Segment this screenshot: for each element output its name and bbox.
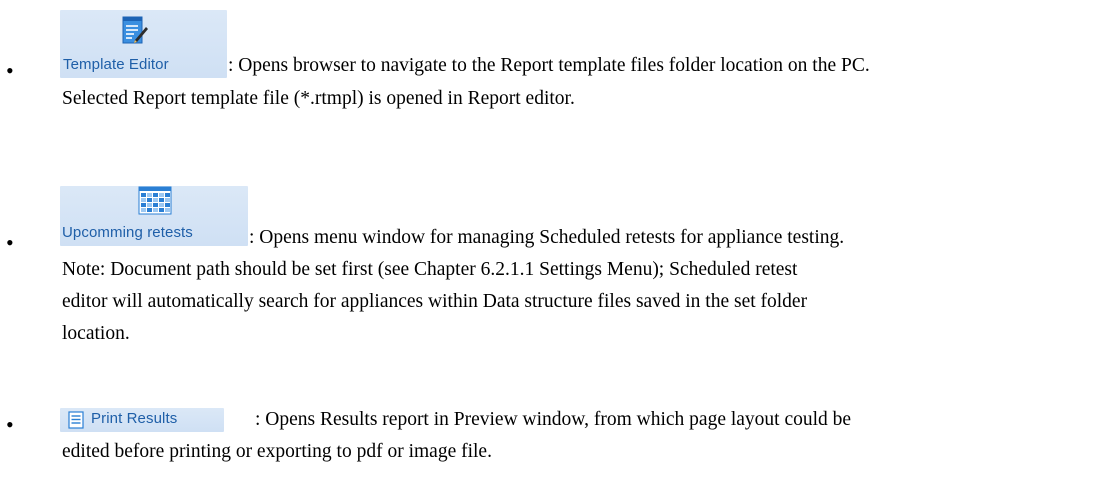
upcomming-retests-label: Upcomming retests [62,224,193,241]
print-results-label: Print Results [91,410,178,427]
print-results-desc-line-2: edited before printing or exporting to p… [62,441,492,462]
document-lines-icon [68,411,84,429]
upcomming-retests-desc-line-2: Note: Document path should be set first … [62,259,798,280]
bullet: • [6,412,14,437]
template-editor-desc-line-1: : Opens browser to navigate to the Repor… [228,55,870,76]
upcomming-retests-desc-line-1: : Opens menu window for managing Schedul… [249,227,845,248]
bullet: • [6,58,14,83]
template-editor-button[interactable]: Template Editor [60,10,227,78]
bullet: • [6,230,14,255]
calendar-grid-icon [138,186,172,215]
upcomming-retests-desc-line-3: editor will automatically search for app… [62,291,808,312]
template-editor-label: Template Editor [63,56,169,73]
template-editor-desc-line-2: Selected Report template file (*.rtmpl) … [62,88,575,109]
template-editor-icon [122,16,148,44]
upcomming-retests-button[interactable]: Upcomming retests [60,186,248,246]
print-results-button[interactable]: Print Results [60,408,224,432]
upcomming-retests-desc-line-4: location. [62,323,130,344]
print-results-desc-line-1: : Opens Results report in Preview window… [255,409,852,430]
